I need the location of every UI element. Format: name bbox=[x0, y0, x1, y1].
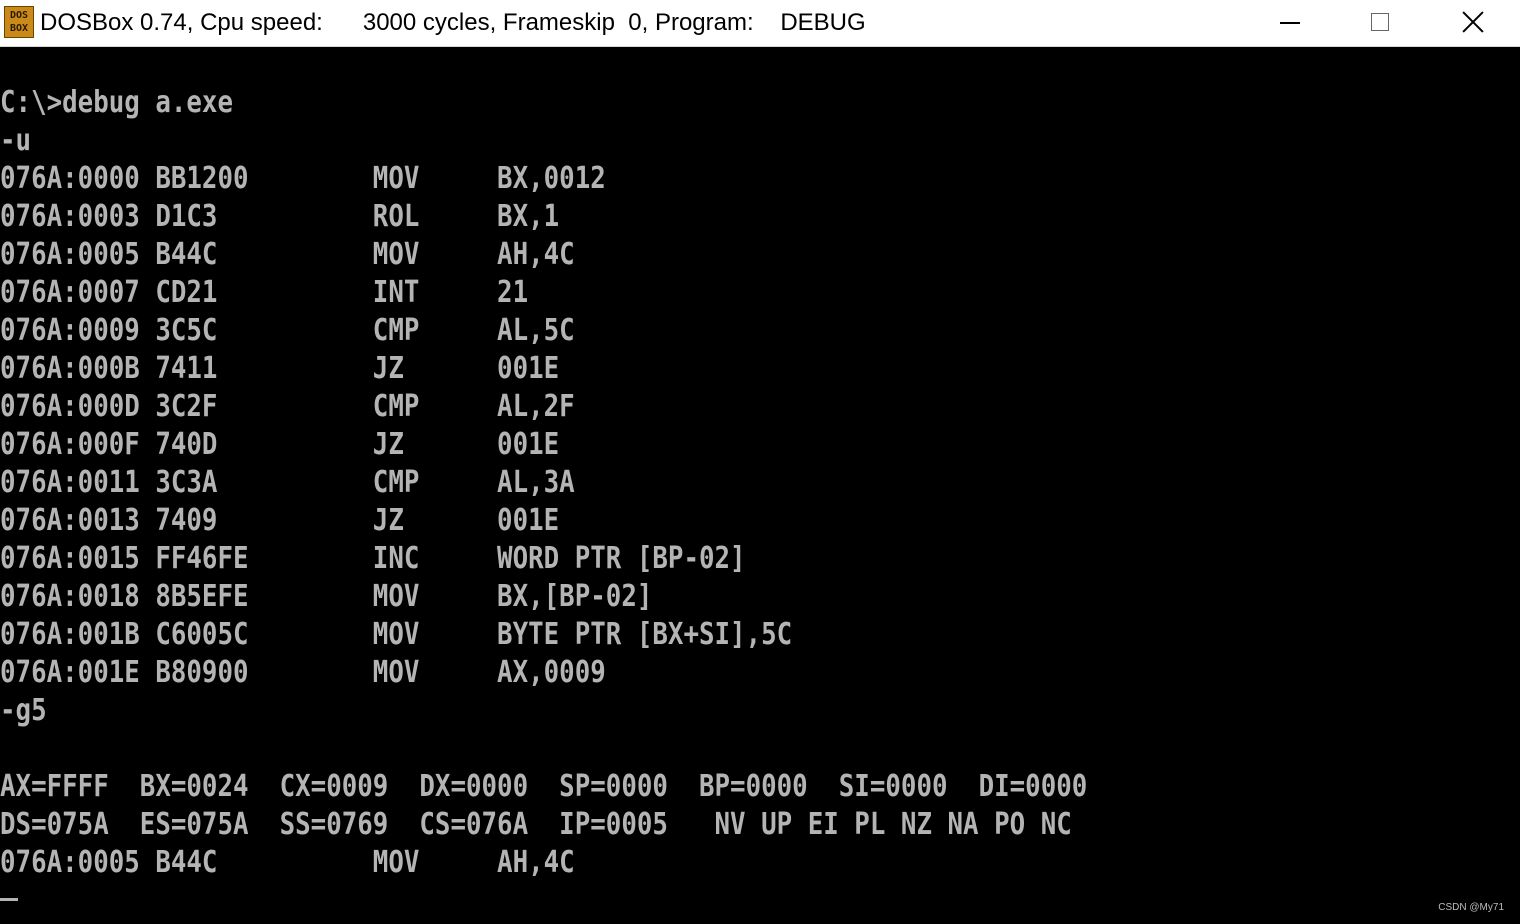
close-button[interactable] bbox=[1428, 0, 1520, 46]
window-title: DOSBox 0.74, Cpu speed: 3000 cycles, Fra… bbox=[40, 9, 866, 36]
console-line: 076A:001E B80900 MOV AX,0009 bbox=[0, 655, 606, 690]
minimize-icon bbox=[1280, 22, 1300, 24]
console-line: 076A:0011 3C3A CMP AL,3A bbox=[0, 465, 575, 500]
text-cursor bbox=[0, 898, 18, 901]
maximize-icon bbox=[1371, 13, 1389, 31]
minimize-button[interactable] bbox=[1244, 0, 1336, 46]
watermark: CSDN @My71 bbox=[1438, 902, 1504, 913]
console-line: 076A:0003 D1C3 ROL BX,1 bbox=[0, 199, 560, 234]
console-line: 076A:0009 3C5C CMP AL,5C bbox=[0, 313, 575, 348]
icon-label-top: DOS bbox=[9, 10, 29, 21]
console-line: DS=075A ES=075A SS=0769 CS=076A IP=0005 … bbox=[0, 807, 1072, 842]
dos-console[interactable]: C:\>debug a.exe -u 076A:0000 BB1200 MOV BX… bbox=[0, 84, 1500, 914]
console-line: 076A:0018 8B5EFE MOV BX,[BP-02] bbox=[0, 579, 653, 614]
maximize-button[interactable] bbox=[1336, 0, 1428, 46]
console-line: 076A:001B C6005C MOV BYTE PTR [BX+SI],5C bbox=[0, 617, 793, 652]
window-titlebar[interactable]: DOS BOX DOSBox 0.74, Cpu speed: 3000 cyc… bbox=[0, 0, 1520, 47]
console-line: 076A:0015 FF46FE INC WORD PTR [BP-02] bbox=[0, 541, 746, 576]
dosbox-icon[interactable]: DOS BOX bbox=[4, 6, 34, 38]
console-line: 076A:0007 CD21 INT 21 bbox=[0, 275, 529, 310]
console-line: 076A:000F 740D JZ 001E bbox=[0, 427, 560, 462]
console-line: 076A:0005 B44C MOV AH,4C bbox=[0, 237, 575, 272]
console-line: AX=FFFF BX=0024 CX=0009 DX=0000 SP=0000 … bbox=[0, 769, 1088, 804]
console-line: -g5 bbox=[0, 693, 47, 728]
console-line: 076A:0013 7409 JZ 001E bbox=[0, 503, 560, 538]
console-line: 076A:0000 BB1200 MOV BX,0012 bbox=[0, 161, 606, 196]
console-line: 076A:000B 7411 JZ 001E bbox=[0, 351, 560, 386]
icon-label-bottom: BOX bbox=[9, 23, 29, 34]
console-line: 076A:000D 3C2F CMP AL,2F bbox=[0, 389, 575, 424]
console-line: 076A:0005 B44C MOV AH,4C bbox=[0, 845, 575, 880]
console-line: -u bbox=[0, 123, 32, 158]
close-icon bbox=[1462, 11, 1484, 33]
console-line: C:\>debug a.exe bbox=[0, 85, 234, 120]
